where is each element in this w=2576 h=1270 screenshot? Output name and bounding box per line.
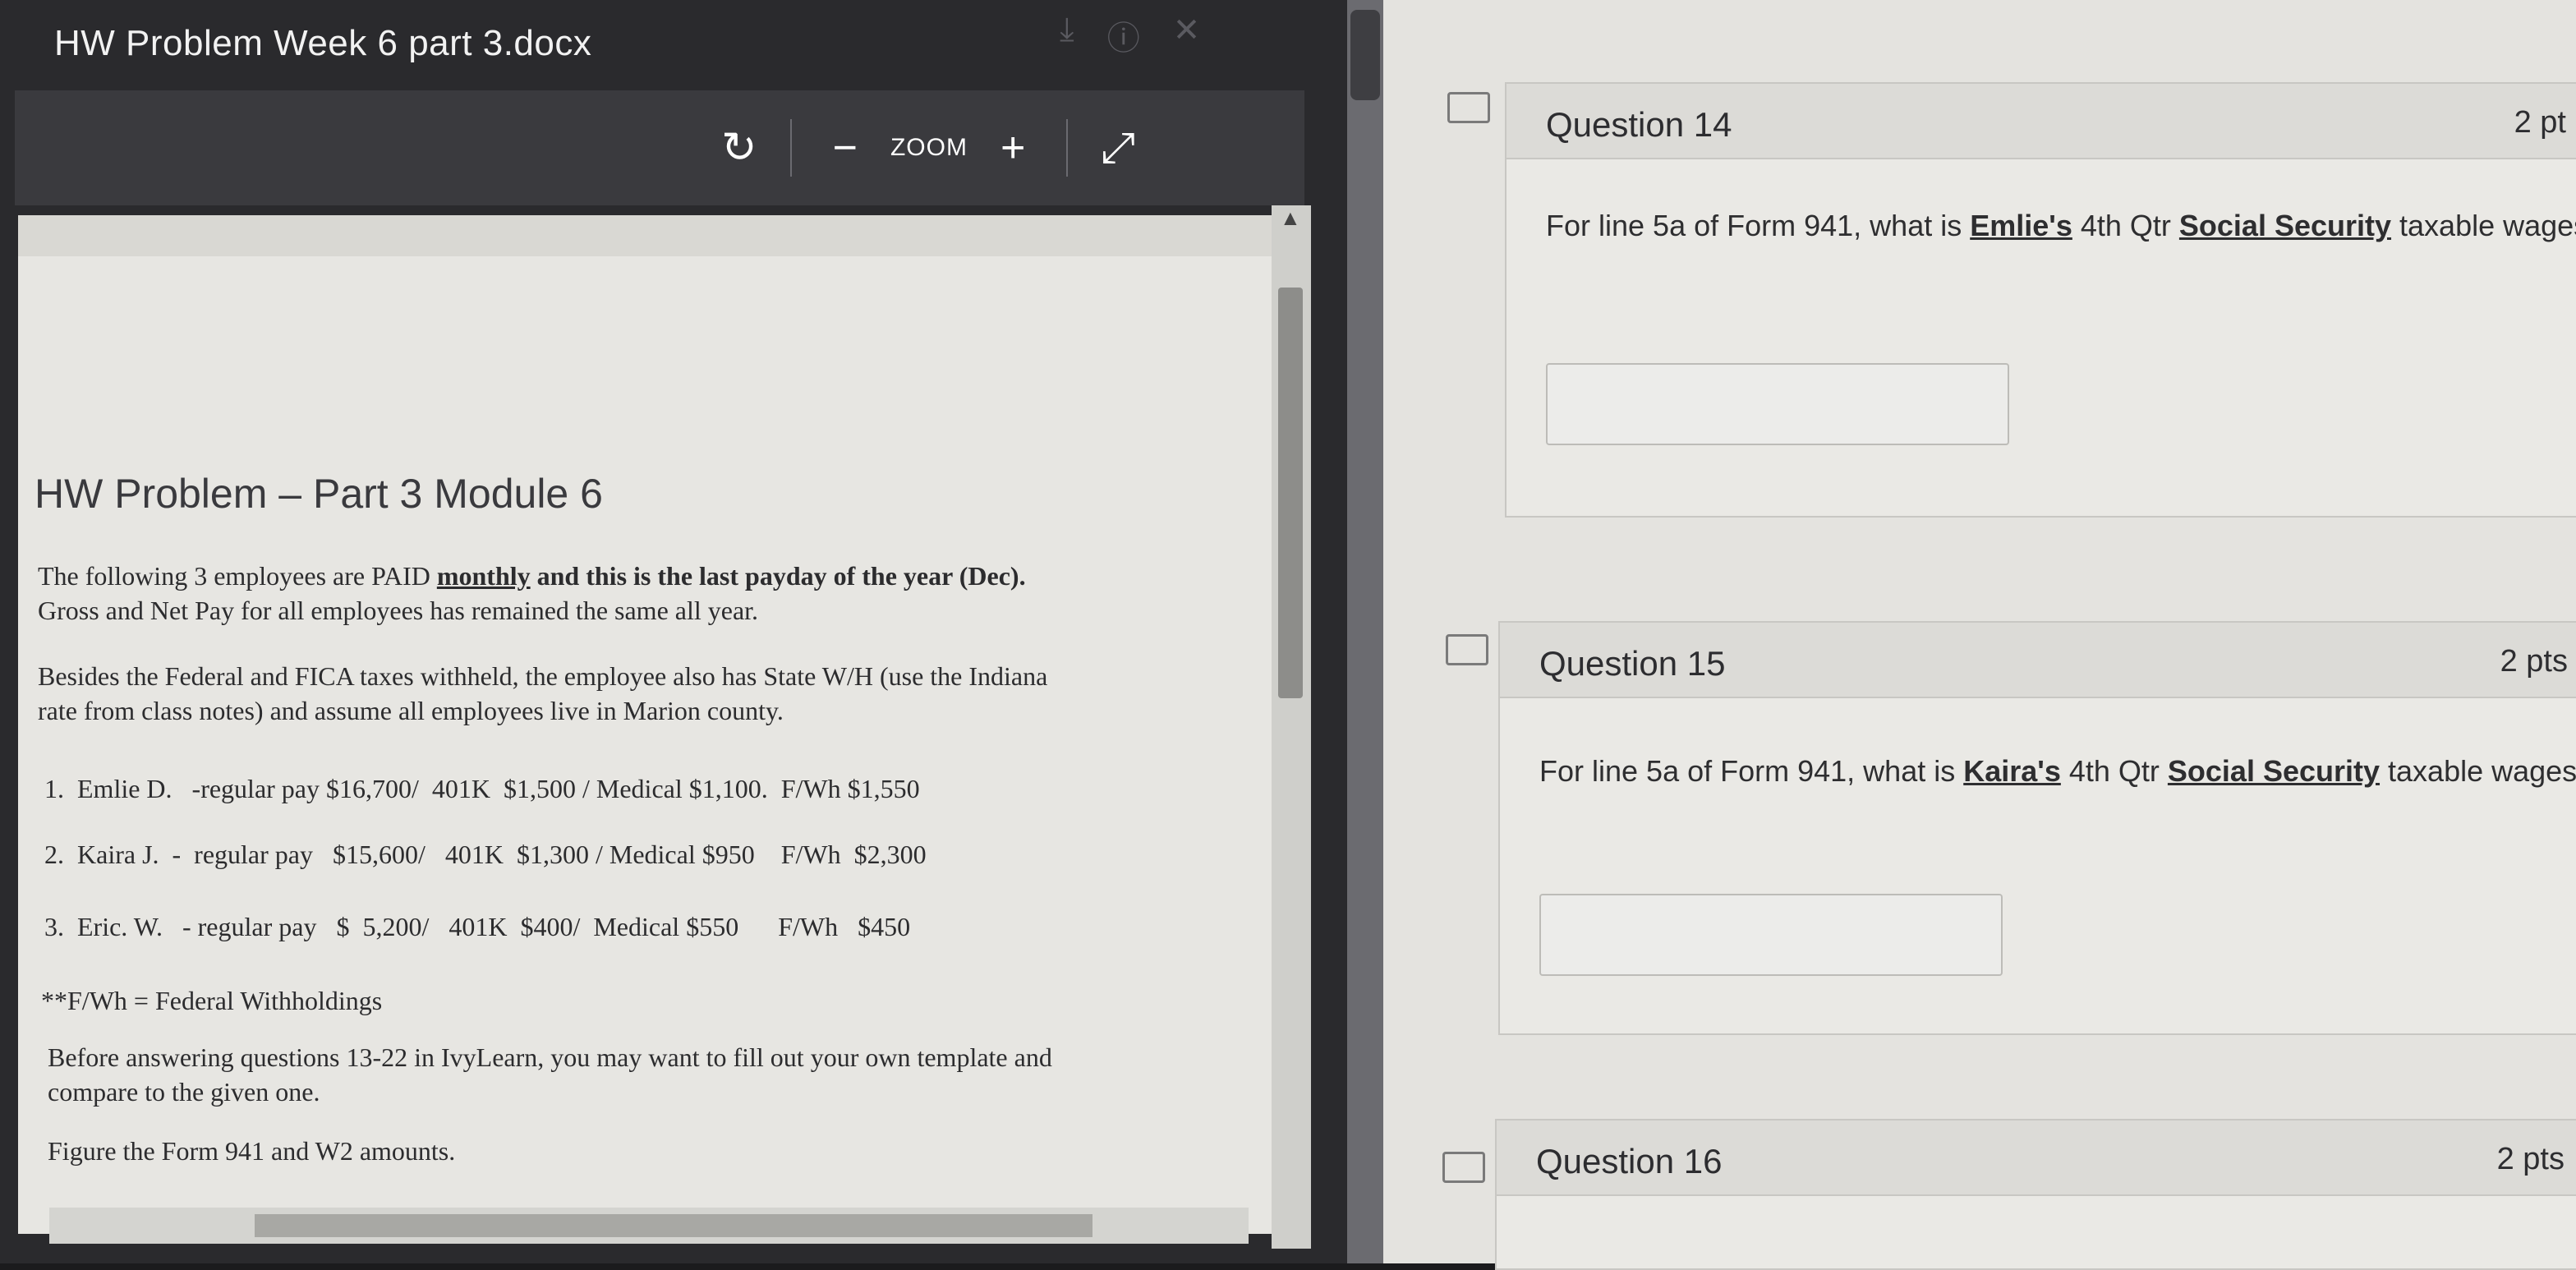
question-text: For line 5a of Form 941, what is Emlie's…: [1546, 209, 2576, 242]
question-15: Question 15 2 pts For line 5a of Form 94…: [1498, 621, 2576, 1035]
question-points: 2 pt: [2514, 105, 2566, 140]
question-16: Question 16 2 pts: [1495, 1119, 2576, 1270]
question-points: 2 pts: [2496, 1142, 2564, 1176]
document-title: HW Problem Week 6 part 3.docx: [54, 23, 592, 63]
document-viewer: HW Problem Week 6 part 3.docx ⤓ ⓘ ✕ ↻ − …: [0, 0, 1347, 1263]
scroll-up-icon[interactable]: ▲: [1280, 205, 1301, 231]
title-icons: ⤓ ⓘ ✕: [1060, 12, 1200, 59]
question-title: Question 14: [1546, 105, 1732, 144]
horizontal-scroll-thumb[interactable]: [255, 1214, 1092, 1237]
question-14: Question 14 2 pt For line 5a of Form 941…: [1505, 82, 2576, 518]
employee-line-2: 2. Kaira J. - regular pay $15,600/ 401K …: [44, 840, 927, 869]
note-line: **F/Wh = Federal Withholdings: [41, 986, 383, 1015]
panel-scroll-thumb[interactable]: [1350, 10, 1380, 100]
paragraph-2: Besides the Federal and FICA taxes withh…: [38, 661, 1048, 725]
toolbar-divider: [1066, 119, 1069, 177]
zoom-out-button[interactable]: −: [833, 123, 858, 173]
answer-input[interactable]: [1539, 894, 2003, 976]
info-icon[interactable]: ⓘ: [1107, 12, 1140, 59]
horizontal-scrollbar[interactable]: [49, 1208, 1249, 1244]
document-heading: HW Problem – Part 3 Module 6: [34, 471, 603, 517]
paragraph-3: Before answering questions 13-22 in IvyL…: [48, 1042, 1052, 1107]
quiz-panel: Question 14 2 pt For line 5a of Form 941…: [1383, 0, 2576, 1270]
flag-question-icon[interactable]: [1446, 634, 1488, 665]
document-page: HW Problem – Part 3 Module 6 The followi…: [18, 215, 1275, 1234]
flag-question-icon[interactable]: [1447, 92, 1490, 123]
paragraph-4: Figure the Form 941 and W2 amounts.: [48, 1136, 456, 1166]
vertical-scroll-thumb[interactable]: [1278, 288, 1303, 698]
question-title: Question 16: [1536, 1142, 1723, 1180]
panel-scrollbar[interactable]: [1347, 0, 1383, 1263]
vertical-scrollbar[interactable]: ▲: [1272, 205, 1311, 1249]
close-icon[interactable]: ✕: [1173, 12, 1201, 59]
question-points: 2 pts: [2500, 644, 2568, 679]
rotate-icon[interactable]: ↻: [721, 123, 757, 173]
paragraph-1: The following 3 employees are PAID month…: [38, 561, 1026, 625]
question-text: For line 5a of Form 941, what is Kaira's…: [1539, 754, 2576, 788]
viewer-toolbar: ↻ − ZOOM + ⤢: [15, 90, 1304, 205]
question-title: Question 15: [1539, 644, 1726, 683]
employee-line-3: 3. Eric. W. - regular pay $ 5,200/ 401K …: [44, 912, 911, 941]
flag-question-icon[interactable]: [1442, 1152, 1485, 1183]
download-icon[interactable]: ⤓: [1060, 12, 1074, 59]
toolbar-divider: [789, 119, 792, 177]
answer-input[interactable]: [1546, 363, 2009, 445]
fullscreen-icon[interactable]: ⤢: [1101, 123, 1135, 173]
zoom-label: ZOOM: [890, 134, 968, 161]
employee-line-1: 1. Emlie D. -regular pay $16,700/ 401K $…: [44, 774, 920, 803]
zoom-in-button[interactable]: +: [1000, 123, 1025, 173]
